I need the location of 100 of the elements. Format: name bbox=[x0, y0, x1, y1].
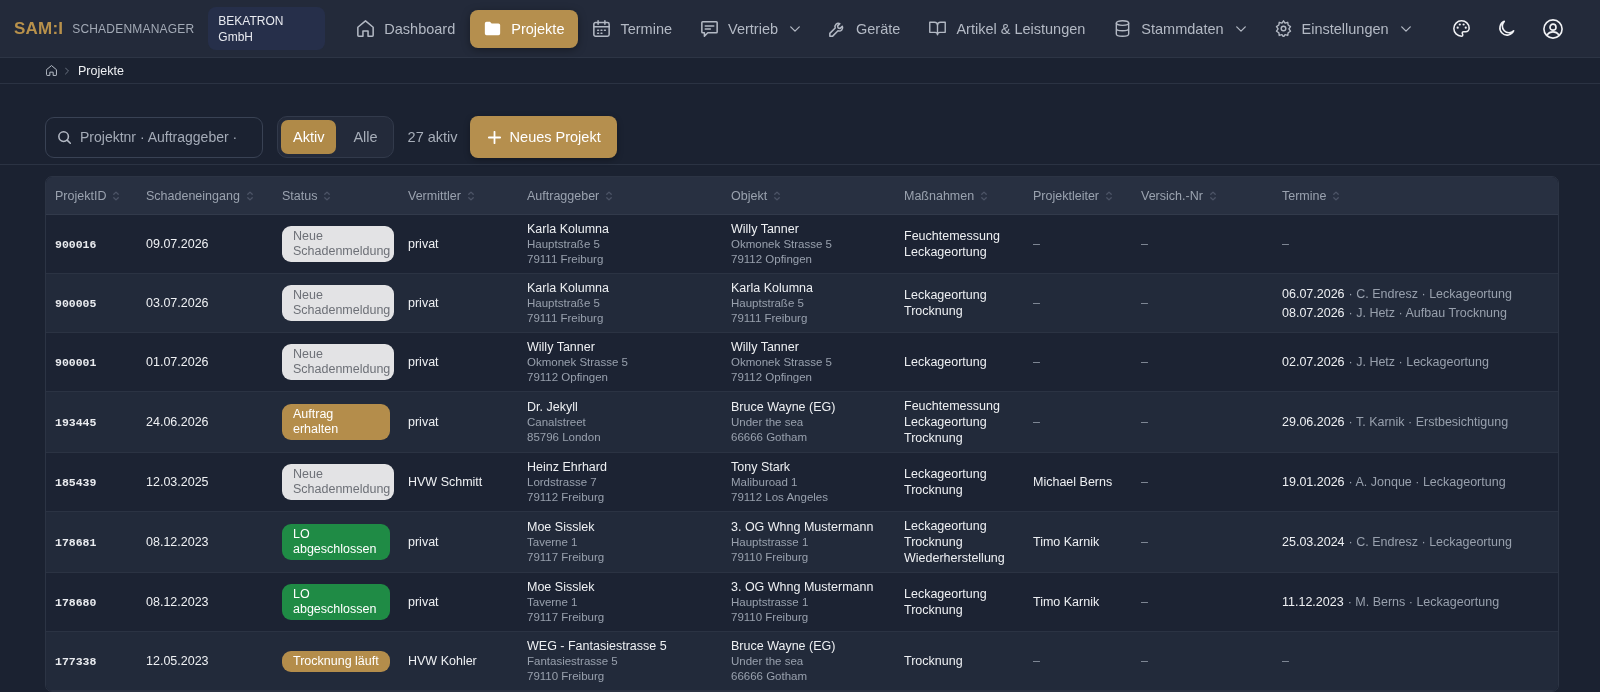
client-city: 85796 London bbox=[527, 430, 601, 445]
column-header[interactable]: Projektleiter bbox=[1033, 188, 1099, 203]
palette-icon[interactable] bbox=[1453, 20, 1470, 37]
appointment-detail: · J. Hetz · Aufbau Trocknung bbox=[1348, 304, 1507, 321]
filter-tab[interactable]: Alle bbox=[341, 120, 390, 154]
project-id: 185439 bbox=[55, 475, 97, 489]
property-street: Under the sea bbox=[731, 415, 804, 430]
sort-icon[interactable] bbox=[467, 190, 474, 201]
property-street: Hauptstraße 5 bbox=[731, 296, 804, 311]
book-icon bbox=[929, 20, 947, 37]
property-street: Hauptstrasse 1 bbox=[731, 595, 809, 610]
property-city: 66666 Gotham bbox=[731, 669, 808, 684]
appointment-date: 02.07.2026 bbox=[1282, 354, 1345, 370]
appointment-detail: · J. Hetz · Leckageortung bbox=[1348, 354, 1489, 370]
policy-number: – bbox=[1141, 237, 1148, 251]
property-street: Maliburoad 1 bbox=[731, 475, 798, 490]
column-header[interactable]: Versich.-Nr bbox=[1141, 188, 1203, 203]
user-icon[interactable] bbox=[1543, 18, 1563, 39]
policy-number: – bbox=[1141, 654, 1148, 668]
app-logo: SAM:I bbox=[14, 18, 64, 39]
property-name: Karla Kolumna bbox=[731, 280, 813, 296]
measure-item: Trocknung bbox=[904, 482, 963, 498]
column-header[interactable]: Status bbox=[282, 188, 318, 203]
moon-icon[interactable] bbox=[1498, 20, 1515, 37]
property-city: 79112 Opfingen bbox=[731, 252, 812, 267]
sort-icon[interactable] bbox=[246, 190, 253, 201]
sort-icon[interactable] bbox=[324, 190, 331, 201]
appointment-detail: · A. Jonque · Leckageortung bbox=[1348, 474, 1506, 490]
client-name: Willy Tanner bbox=[527, 339, 595, 355]
project-manager: Timo Karnik bbox=[1033, 535, 1100, 549]
client-street: Hauptstraße 5 bbox=[527, 237, 600, 252]
column-header[interactable]: Termine bbox=[1282, 188, 1327, 203]
nav-item[interactable]: Vertrieb bbox=[687, 9, 815, 48]
client-city: 79112 Opfingen bbox=[527, 370, 608, 385]
nav-item[interactable]: Artikel & Leistungen bbox=[915, 9, 1100, 48]
project-manager: – bbox=[1033, 237, 1040, 251]
damage-date: 08.12.2023 bbox=[146, 595, 209, 609]
column-header[interactable]: Objekt bbox=[731, 188, 768, 203]
client-name: Karla Kolumna bbox=[527, 221, 609, 237]
status-badge: Neue Schadenmeldung bbox=[282, 226, 395, 262]
property-city: 66666 Gotham bbox=[731, 430, 808, 445]
table-row[interactable] bbox=[46, 274, 1558, 333]
settings-icon bbox=[1274, 20, 1292, 37]
home-icon bbox=[357, 20, 375, 37]
property-street: Okmonek Strasse 5 bbox=[731, 355, 832, 370]
status-badge: Neue Schadenmeldung bbox=[282, 285, 395, 321]
column-header[interactable]: ProjektID bbox=[55, 188, 107, 203]
table-row[interactable]: 177338 12.05.2023 Trocknung läuft HVW Kohler WEG - Fantasiestrasse 5 Fantasiestrasse 5 79110 Freiburg Bruce Wayne (EG) Under the sea 66666 Gotham Trocknung – – – bbox=[46, 632, 1558, 691]
appointment-date: 29.06.2026 bbox=[1282, 414, 1345, 430]
company-switcher[interactable]: BEKATRON GmbH bbox=[208, 7, 326, 50]
sort-icon[interactable] bbox=[1106, 190, 1112, 201]
property-name: 3. OG Whng Mustermann bbox=[731, 579, 874, 595]
damage-date: 08.12.2023 bbox=[146, 535, 209, 549]
nav-item[interactable]: Termine bbox=[579, 9, 687, 48]
sort-icon[interactable] bbox=[981, 190, 988, 201]
appointment-date: – bbox=[1282, 653, 1289, 669]
broker-name: privat bbox=[408, 535, 439, 549]
status-badge: Trocknung läuft bbox=[282, 650, 390, 672]
project-manager: – bbox=[1033, 355, 1040, 369]
nav-item[interactable]: Einstellungen bbox=[1260, 9, 1425, 48]
project-id: 178680 bbox=[55, 595, 97, 609]
measure-item: Leckageortung bbox=[904, 287, 987, 303]
sort-icon[interactable] bbox=[1209, 190, 1216, 201]
appointment-date: 08.07.2026 bbox=[1282, 304, 1345, 321]
project-manager: Timo Karnik bbox=[1033, 595, 1100, 609]
column-header[interactable]: Schadeneingang bbox=[146, 188, 240, 203]
broker-name: privat bbox=[408, 296, 439, 310]
search-field[interactable]: Projektnr · Auftraggeber · bbox=[45, 116, 263, 158]
project-manager: – bbox=[1033, 654, 1040, 668]
active-count: 27 aktiv bbox=[407, 129, 458, 145]
property-street: Okmonek Strasse 5 bbox=[731, 237, 832, 252]
appointment-detail: · C. Endresz · Leckageortung bbox=[1348, 285, 1512, 302]
client-street: Okmonek Strasse 5 bbox=[527, 355, 628, 370]
column-header[interactable]: Maßnahmen bbox=[904, 188, 975, 203]
project-id: 177338 bbox=[55, 654, 97, 668]
property-name: Bruce Wayne (EG) bbox=[731, 638, 836, 654]
plus-icon bbox=[487, 130, 501, 144]
policy-number: – bbox=[1141, 475, 1148, 489]
status-badge: Neue Schadenmeldung bbox=[282, 344, 395, 380]
column-header[interactable]: Auftraggeber bbox=[527, 188, 600, 203]
appointment-detail: · T. Karnik · Erstbesichtigung bbox=[1348, 414, 1509, 430]
chevron-right-icon bbox=[65, 66, 69, 75]
sort-icon[interactable] bbox=[774, 190, 781, 201]
client-city: 79117 Freiburg bbox=[527, 610, 605, 625]
sort-icon[interactable] bbox=[1333, 190, 1340, 201]
nav-item[interactable]: Stammdaten bbox=[1100, 9, 1260, 48]
home-icon[interactable] bbox=[46, 65, 57, 76]
sort-icon[interactable] bbox=[113, 190, 120, 201]
table-row[interactable] bbox=[46, 512, 1558, 573]
project-id: 193445 bbox=[55, 415, 97, 429]
client-street: Fantasiestrasse 5 bbox=[527, 654, 618, 669]
breadcrumb-item[interactable]: Projekte bbox=[78, 63, 124, 78]
client-city: 79110 Freiburg bbox=[527, 669, 605, 684]
policy-number: – bbox=[1141, 355, 1148, 369]
nav-item[interactable]: Geräte bbox=[815, 9, 915, 48]
damage-date: 12.05.2023 bbox=[146, 654, 209, 668]
table-row[interactable] bbox=[46, 392, 1558, 453]
nav-item[interactable]: Dashboard bbox=[343, 9, 470, 48]
sort-icon[interactable] bbox=[606, 190, 613, 201]
column-header[interactable]: Vermittler bbox=[408, 188, 461, 203]
